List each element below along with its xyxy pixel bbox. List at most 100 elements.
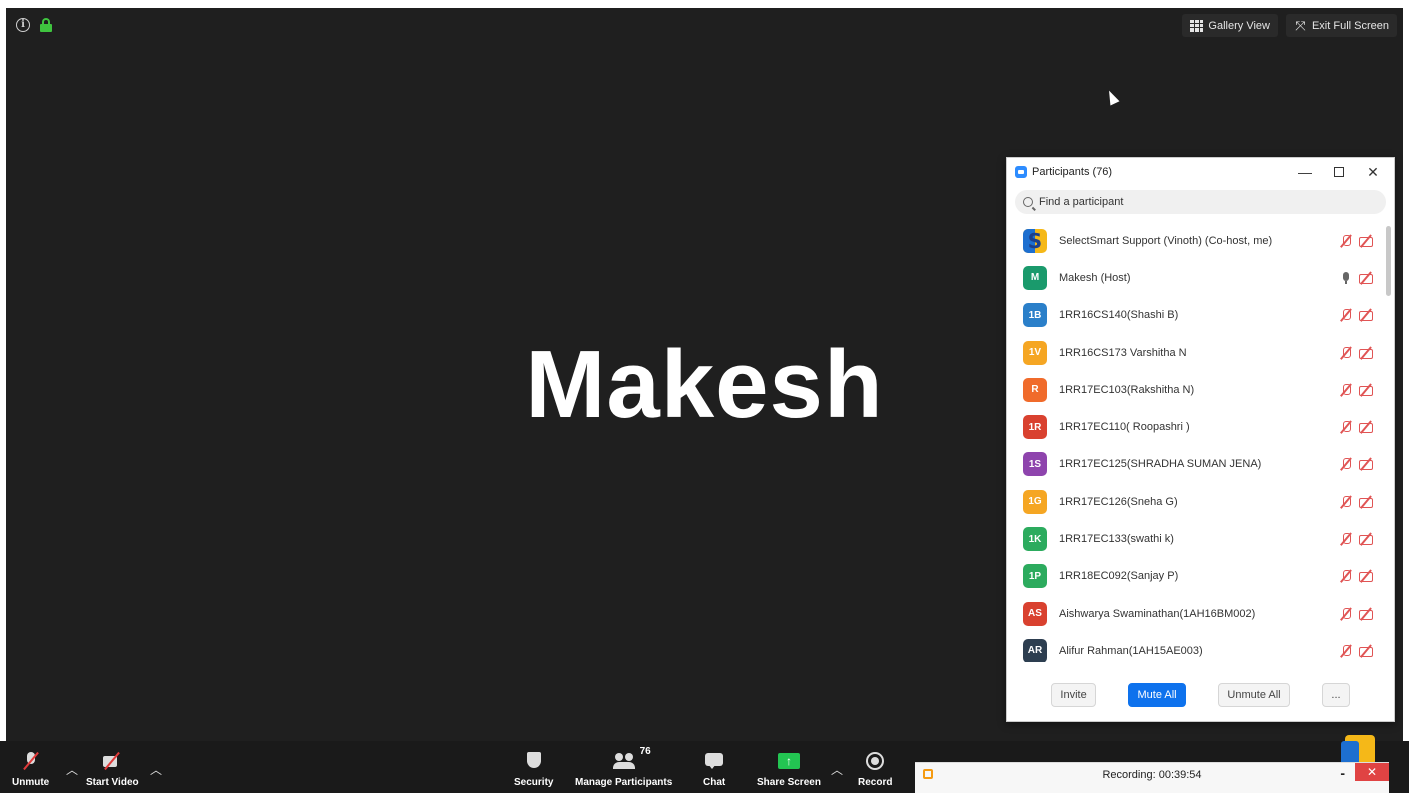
participant-status-icons (1339, 420, 1374, 434)
chat-bubble-icon (703, 751, 725, 771)
video-options-chevron-icon[interactable]: ︿ (150, 761, 162, 778)
participant-status-icons (1339, 644, 1374, 658)
recording-timer: Recording: 00:39:54 (1102, 769, 1202, 781)
participant-list[interactable]: SelectSmart Support (Vinoth) (Co-host, m… (1007, 222, 1394, 662)
video-off-icon (1358, 308, 1374, 322)
participant-name: 1RR17EC126(Sneha G) (1059, 495, 1178, 508)
participant-name: 1RR17EC125(SHRADHA SUMAN JENA) (1059, 458, 1262, 471)
participant-name: 1RR18EC092(Sanjay P) (1059, 570, 1179, 583)
lock-icon[interactable] (40, 18, 52, 32)
share-options-chevron-icon[interactable]: ︿ (831, 761, 843, 778)
mute-all-button[interactable]: Mute All (1128, 683, 1186, 707)
info-icon[interactable]: i (16, 18, 30, 32)
unmute-button[interactable]: Unmute (12, 751, 49, 788)
chat-button[interactable]: Chat (703, 751, 725, 788)
participant-avatar: 1S (1023, 452, 1047, 477)
participant-avatar: 1V (1023, 340, 1047, 365)
panel-title: Participants (76) (1032, 166, 1113, 178)
panel-titlebar: Participants (76) — ✕ (1007, 158, 1394, 186)
recording-minimize-button[interactable]: - (1340, 765, 1345, 781)
participant-status-icons (1339, 383, 1374, 397)
video-off-icon (1358, 495, 1374, 509)
participant-row[interactable]: 1B 1RR16CS140(Shashi B) (1007, 297, 1394, 334)
gallery-view-button[interactable]: Gallery View (1182, 14, 1278, 37)
participant-name: Makesh (Host) (1059, 271, 1131, 284)
video-off-icon (1358, 234, 1374, 248)
recording-status-bar: Recording: 00:39:54 - ✕ (915, 762, 1389, 793)
search-input[interactable] (1039, 196, 1339, 208)
microphone-muted-icon (1339, 607, 1353, 621)
window-controls: — ✕ (1298, 164, 1386, 181)
participant-name: Aishwarya Swaminathan(1AH16BM002) (1059, 607, 1256, 620)
participants-icon: 76 (612, 746, 651, 771)
participant-row[interactable]: 1R 1RR17EC110( Roopashri ) (1007, 408, 1394, 445)
video-off-icon (1358, 346, 1374, 360)
participant-row[interactable]: 1V 1RR16CS173 Varshitha N (1007, 334, 1394, 371)
participant-status-icons (1339, 569, 1374, 583)
start-video-label: Start Video (86, 777, 139, 788)
participant-row[interactable]: 1S 1RR17EC125(SHRADHA SUMAN JENA) (1007, 446, 1394, 483)
video-off-icon (101, 751, 123, 771)
unmute-label: Unmute (12, 777, 50, 788)
invite-button[interactable]: Invite (1051, 683, 1096, 707)
search-icon (1023, 197, 1033, 207)
record-label: Record (858, 777, 893, 788)
panel-footer: Invite Mute All Unmute All ... (1007, 669, 1394, 721)
participant-status-icons (1339, 308, 1374, 322)
exit-full-screen-button[interactable]: ⤧ Exit Full Screen (1285, 14, 1397, 37)
meeting-status: i (16, 18, 52, 32)
participants-panel: Participants (76) — ✕ SelectSmart Suppor… (1006, 157, 1395, 722)
record-button[interactable]: Record (858, 751, 892, 788)
participant-name: 1RR17EC133(swathi k) (1059, 533, 1174, 546)
selectsmart-avatar (1023, 228, 1047, 253)
video-off-icon (1358, 644, 1374, 658)
participant-row[interactable]: R 1RR17EC103(Rakshitha N) (1007, 371, 1394, 408)
participant-avatar: 1G (1023, 489, 1047, 514)
manage-participants-label: Manage Participants (575, 777, 673, 788)
participant-status-icons (1339, 457, 1374, 471)
microphone-muted-icon (1339, 383, 1353, 397)
participant-count-badge: 76 (639, 746, 651, 757)
participant-row[interactable]: 1K 1RR17EC133(swathi k) (1007, 520, 1394, 557)
participant-status-icons (1339, 532, 1374, 546)
participant-row[interactable]: 1P 1RR18EC092(Sanjay P) (1007, 558, 1394, 595)
microphone-muted-icon (1339, 457, 1353, 471)
chat-label: Chat (703, 777, 726, 788)
share-screen-icon (777, 751, 800, 771)
microphone-muted-icon (1339, 234, 1353, 248)
participant-row[interactable]: 1G 1RR17EC126(Sneha G) (1007, 483, 1394, 520)
video-off-icon (1358, 607, 1374, 621)
participant-search (1015, 190, 1386, 214)
minimize-icon[interactable]: — (1298, 164, 1312, 180)
participant-row[interactable]: M Makesh (Host) (1007, 259, 1394, 296)
security-button[interactable]: Security (514, 751, 553, 788)
microphone-muted-icon (1339, 644, 1353, 658)
microphone-muted-icon (1339, 569, 1353, 583)
participant-avatar: R (1023, 377, 1047, 402)
participant-status-icons (1339, 234, 1374, 248)
participant-avatar: AR (1023, 638, 1047, 662)
participant-avatar: 1P (1023, 564, 1047, 589)
recording-close-button[interactable]: ✕ (1355, 763, 1389, 781)
maximize-icon[interactable] (1334, 167, 1344, 177)
shield-icon (523, 751, 545, 771)
microphone-muted-icon (1339, 308, 1353, 322)
audio-options-chevron-icon[interactable]: ︿ (66, 761, 78, 778)
participant-avatar: 1B (1023, 303, 1047, 328)
participant-row[interactable]: SelectSmart Support (Vinoth) (Co-host, m… (1007, 222, 1394, 259)
participant-name: 1RR17EC110( Roopashri ) (1059, 421, 1190, 434)
unmute-all-button[interactable]: Unmute All (1218, 683, 1290, 707)
exit-full-screen-label: Exit Full Screen (1311, 19, 1389, 32)
manage-participants-button[interactable]: 76 Manage Participants (575, 746, 673, 788)
participant-status-icons (1339, 271, 1374, 285)
participant-status-icons (1339, 495, 1374, 509)
microphone-muted-icon (1339, 420, 1353, 434)
participant-avatar: M (1023, 265, 1047, 290)
security-label: Security (514, 777, 554, 788)
more-options-button[interactable]: ... (1322, 683, 1350, 707)
close-icon[interactable]: ✕ (1366, 164, 1380, 181)
share-screen-button[interactable]: Share Screen (757, 751, 821, 788)
participant-row[interactable]: AS Aishwarya Swaminathan(1AH16BM002) (1007, 595, 1394, 632)
start-video-button[interactable]: Start Video (86, 751, 139, 788)
participant-row[interactable]: AR Alifur Rahman(1AH15AE003) (1007, 632, 1394, 662)
